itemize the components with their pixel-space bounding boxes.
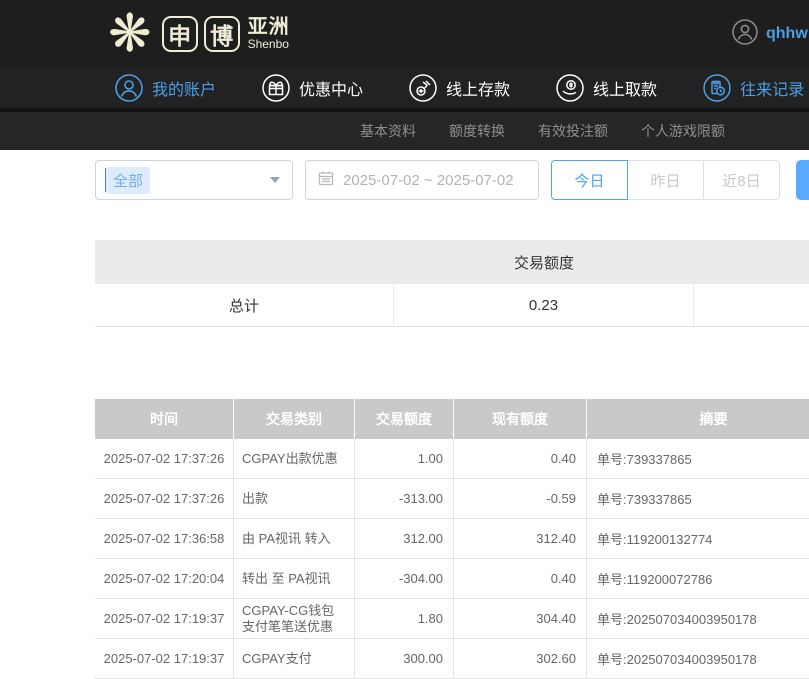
transaction-type-select[interactable]: 全部 — [95, 160, 293, 200]
logo-char-shen: 申 — [162, 16, 198, 52]
summary-header-row: 交易额度 — [95, 240, 809, 284]
brand-logo[interactable]: ❋ 申 博 亚洲 Shenbo — [108, 0, 290, 68]
topbar: ❋ 申 博 亚洲 Shenbo qhhw — [0, 0, 809, 68]
cell-type: 出款 — [234, 479, 355, 518]
yesterday-button[interactable]: 昨日 — [627, 160, 704, 200]
date-range-input[interactable]: 2025-07-02 ~ 2025-07-02 — [305, 160, 539, 200]
cell-summary: 单号:202507034003950178 — [587, 639, 809, 678]
column-header-type: 交易类别 — [234, 399, 355, 439]
calendar-icon — [318, 170, 334, 190]
cell-amount: 300.00 — [355, 639, 454, 678]
column-header-amount: 交易额度 — [355, 399, 454, 439]
column-header-summary: 摘要 — [587, 399, 809, 439]
last-8-days-button[interactable]: 近8日 — [703, 160, 780, 200]
search-button[interactable] — [796, 160, 809, 200]
deposit-icon — [409, 74, 437, 102]
summary-total-label: 总计 — [95, 284, 394, 326]
nav-item-online-withdraw[interactable]: 线上取款 — [556, 74, 657, 102]
cell-balance: 302.60 — [454, 639, 587, 678]
username: qhhw — [766, 25, 808, 43]
gift-icon — [262, 74, 290, 102]
transactions-table: 时间 交易类别 交易额度 现有额度 摘要 2025-07-02 17:37:26… — [95, 399, 809, 679]
table-row: 2025-07-02 17:19:37 CGPAY支付 300.00 302.6… — [95, 639, 809, 679]
logo-region-cn: 亚洲 — [248, 17, 290, 37]
cell-amount: 1.80 — [355, 599, 454, 638]
cell-summary: 单号:119200132774 — [587, 519, 809, 558]
nav-label: 线上取款 — [593, 76, 657, 100]
table-row: 2025-07-02 17:19:37 CGPAY-CG钱包支付笔笔送优惠 1.… — [95, 599, 809, 639]
table-row: 2025-07-02 17:37:26 出款 -313.00 -0.59 单号:… — [95, 479, 809, 519]
cell-balance: 312.40 — [454, 519, 587, 558]
cell-time: 2025-07-02 17:19:37 — [95, 599, 234, 638]
page: ❋ 申 博 亚洲 Shenbo qhhw — [0, 0, 809, 679]
summary-empty-cell — [694, 284, 809, 326]
cell-time: 2025-07-02 17:37:26 — [95, 439, 234, 478]
cell-type: CGPAY支付 — [234, 639, 355, 678]
withdraw-icon — [556, 74, 584, 102]
chevron-down-icon — [270, 177, 280, 183]
summary-total-value: 0.23 — [394, 284, 694, 326]
nav-item-my-account[interactable]: 我的账户 — [115, 74, 216, 102]
records-icon — [703, 74, 731, 102]
cell-amount: 312.00 — [355, 519, 454, 558]
cell-balance: 0.40 — [454, 439, 587, 478]
cell-balance: -0.59 — [454, 479, 587, 518]
cell-time: 2025-07-02 17:37:26 — [95, 479, 234, 518]
subnav-item-valid-bets[interactable]: 有效投注额 — [538, 121, 608, 141]
summary-header-amount: 交易额度 — [394, 240, 694, 284]
cell-type: CGPAY出款优惠 — [234, 439, 355, 478]
summary-header-spacer — [95, 240, 394, 284]
cell-summary: 单号:119200072786 — [587, 559, 809, 598]
cell-summary: 单号:739337865 — [587, 479, 809, 518]
cell-balance: 0.40 — [454, 559, 587, 598]
subnav-item-basic-info[interactable]: 基本资料 — [360, 121, 416, 141]
cell-amount: -313.00 — [355, 479, 454, 518]
table-row: 2025-07-02 17:37:26 CGPAY出款优惠 1.00 0.40 … — [95, 439, 809, 479]
nav-label: 我的账户 — [152, 76, 216, 100]
transactions-header-row: 时间 交易类别 交易额度 现有额度 摘要 — [95, 399, 809, 439]
selected-type-chip: 全部 — [106, 167, 150, 194]
cell-amount: -304.00 — [355, 559, 454, 598]
logo-region: 亚洲 Shenbo — [248, 17, 290, 51]
sub-nav: 基本资料 额度转换 有效投注额 个人游戏限额 — [0, 112, 809, 150]
cell-summary: 单号:739337865 — [587, 439, 809, 478]
cell-time: 2025-07-02 17:20:04 — [95, 559, 234, 598]
nav-item-transaction-records[interactable]: 往来记录 — [703, 74, 804, 102]
quick-range-group: 今日 昨日 近8日 — [551, 160, 780, 200]
column-header-time: 时间 — [95, 399, 234, 439]
cell-time: 2025-07-02 17:36:58 — [95, 519, 234, 558]
flower-logo-icon: ❋ — [108, 8, 152, 60]
nav-label: 线上存款 — [446, 76, 510, 100]
user-account[interactable]: qhhw — [732, 0, 809, 68]
cell-type: CGPAY-CG钱包支付笔笔送优惠 — [234, 599, 355, 638]
table-row: 2025-07-02 17:20:04 转出 至 PA视讯 -304.00 0.… — [95, 559, 809, 599]
column-header-balance: 现有额度 — [454, 399, 587, 439]
nav-item-promo-center[interactable]: 优惠中心 — [262, 74, 363, 102]
summary-header-spacer — [694, 240, 809, 284]
nav-item-online-deposit[interactable]: 线上存款 — [409, 74, 510, 102]
transactions-body: 2025-07-02 17:37:26 CGPAY出款优惠 1.00 0.40 … — [95, 439, 809, 679]
cell-type: 由 PA视讯 转入 — [234, 519, 355, 558]
subnav-item-personal-game-limits[interactable]: 个人游戏限额 — [641, 121, 725, 141]
nav-label: 优惠中心 — [299, 76, 363, 100]
summary-total-row: 总计 0.23 — [95, 284, 809, 327]
cell-amount: 1.00 — [355, 439, 454, 478]
main-nav: 我的账户 优惠中心 线上存款 — [0, 68, 809, 112]
user-icon — [115, 74, 143, 102]
cell-time: 2025-07-02 17:19:37 — [95, 639, 234, 678]
filter-row: 全部 2025-07-02 ~ 2025-07-02 今日 昨日 近8日 — [95, 160, 780, 200]
date-range-value: 2025-07-02 ~ 2025-07-02 — [343, 172, 514, 189]
logo-char-bo: 博 — [204, 16, 240, 52]
summary-table: 交易额度 总计 0.23 — [95, 240, 809, 327]
logo-region-en: Shenbo — [248, 37, 290, 51]
table-row: 2025-07-02 17:36:58 由 PA视讯 转入 312.00 312… — [95, 519, 809, 559]
nav-label: 往来记录 — [740, 76, 804, 100]
today-button[interactable]: 今日 — [551, 160, 628, 200]
subnav-item-credit-transfer[interactable]: 额度转换 — [449, 121, 505, 141]
cell-type: 转出 至 PA视讯 — [234, 559, 355, 598]
cell-balance: 304.40 — [454, 599, 587, 638]
cell-summary: 单号:202507034003950178 — [587, 599, 809, 638]
user-avatar-icon — [732, 19, 758, 50]
